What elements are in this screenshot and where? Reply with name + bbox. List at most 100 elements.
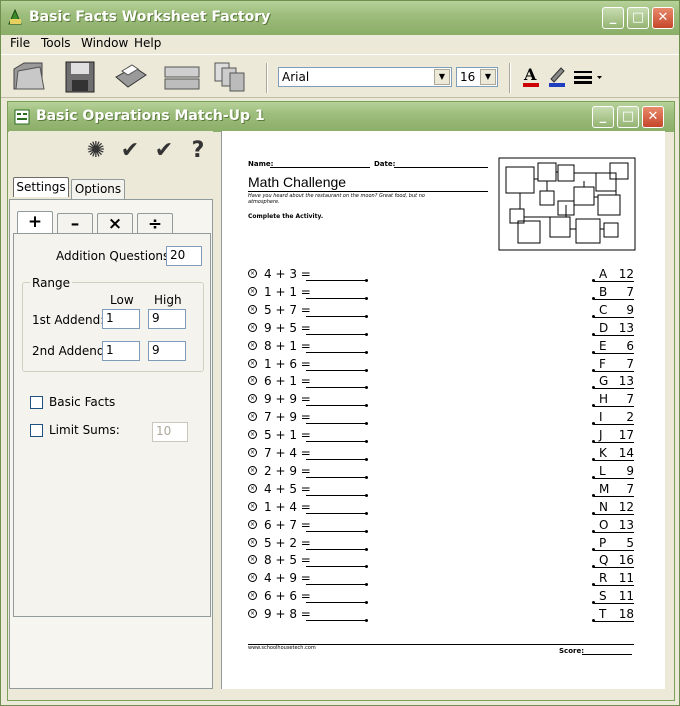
help-icon[interactable]: ? (185, 137, 211, 165)
answer-letter: J (599, 428, 603, 442)
text-color-icon[interactable]: A (521, 65, 541, 89)
copy-pages-icon[interactable] (213, 59, 251, 95)
app-titlebar[interactable]: Basic Facts Worksheet Factory _ □ ✕ (1, 1, 679, 35)
tab-division[interactable]: ÷ (137, 213, 173, 235)
answer-underline (594, 514, 634, 515)
limit-sums-checkbox[interactable] (30, 424, 43, 437)
match-dot (365, 619, 368, 622)
answer-value: 7 (626, 482, 634, 496)
chevron-down-icon[interactable]: ▼ (480, 69, 496, 85)
addend1-high-input[interactable]: 9 (148, 309, 186, 329)
minimize-button[interactable]: _ (602, 7, 624, 29)
answer-line (306, 620, 366, 621)
addend2-high-input[interactable]: 9 (148, 341, 186, 361)
answer-underline (594, 496, 634, 497)
child-close-button[interactable]: ✕ (642, 106, 664, 128)
answer-letter: L (599, 464, 606, 478)
instructions-text: Complete the Activity. (248, 213, 324, 220)
worksheet-title: Math Challenge (248, 174, 347, 190)
answer-letter: Q (599, 553, 609, 567)
answer-line (306, 387, 366, 388)
maximize-button[interactable]: □ (627, 7, 649, 29)
question-text: 7 + 4 = (264, 446, 311, 460)
question-text: 4 + 3 = (264, 267, 311, 281)
match-dot (365, 404, 368, 407)
keyboard-icon[interactable] (163, 59, 201, 95)
high-label: High (154, 293, 182, 307)
answer-letter: F (599, 357, 606, 371)
limit-sums-label: Limit Sums: (49, 423, 120, 437)
check-icon[interactable]: ✔ (117, 137, 143, 165)
answer-underline (594, 335, 634, 336)
basic-facts-checkbox[interactable] (30, 396, 43, 409)
answer-line (306, 405, 366, 406)
answer-value: 6 (626, 339, 634, 353)
basic-facts-label: Basic Facts (49, 395, 116, 409)
tab-multiplication[interactable]: × (97, 213, 133, 235)
wheel-icon[interactable]: ✺ (83, 137, 109, 165)
question-marker-icon: × (248, 430, 257, 439)
menu-tools[interactable]: Tools (41, 36, 71, 50)
answer-letter: A (599, 267, 608, 281)
addend2-low-input[interactable]: 1 (102, 341, 140, 361)
question-marker-icon: × (248, 287, 257, 296)
answer-line (306, 441, 366, 442)
child-minimize-button[interactable]: _ (592, 106, 614, 128)
question-text: 1 + 4 = (264, 500, 311, 514)
highlight-color-icon[interactable] (547, 65, 567, 89)
answer-line (306, 459, 366, 460)
answer-underline (594, 371, 634, 372)
match-dot (365, 494, 368, 497)
answer-value: 14 (618, 446, 634, 460)
worksheet-preview: Name: Date: Math Challenge Have you hear… (221, 131, 665, 689)
match-dot (365, 565, 368, 568)
match-dot (365, 333, 368, 336)
match-dot (365, 351, 368, 354)
answer-value: 11 (618, 589, 634, 603)
menu-window[interactable]: Window (81, 36, 128, 50)
question-text: 1 + 6 = (264, 357, 311, 371)
menu-help[interactable]: Help (134, 36, 161, 50)
child-titlebar[interactable]: Basic Operations Match-Up 1 _ □ ✕ (8, 102, 674, 132)
answer-line (306, 280, 366, 281)
addend1-low-input[interactable]: 1 (102, 309, 140, 329)
tab-settings[interactable]: Settings (13, 177, 69, 197)
answer-underline (594, 388, 634, 389)
question-marker-icon: × (248, 502, 257, 511)
answer-underline (594, 567, 634, 568)
match-dot (365, 548, 368, 551)
font-select[interactable]: Arial ▼ (278, 67, 452, 87)
open-icon[interactable] (10, 59, 48, 95)
question-marker-icon: × (248, 341, 257, 350)
question-text: 9 + 9 = (264, 392, 311, 406)
addition-settings: Addition Questions: 20 Range Low High 1s… (13, 233, 211, 617)
save-icon[interactable] (61, 59, 99, 95)
addend2-label: 2nd Addend: (32, 344, 109, 358)
tab-options[interactable]: Options (71, 179, 125, 199)
answer-line (306, 549, 366, 550)
question-marker-icon: × (248, 591, 257, 600)
close-button[interactable]: ✕ (652, 7, 674, 29)
child-maximize-button[interactable]: □ (617, 106, 639, 128)
puzzle-graphic (498, 157, 636, 251)
match-dot (365, 315, 368, 318)
app-window: Basic Facts Worksheet Factory _ □ ✕ File… (0, 0, 680, 706)
chevron-down-icon[interactable]: ▼ (434, 69, 450, 85)
tab-addition[interactable]: + (17, 211, 53, 233)
answer-line (306, 531, 366, 532)
print-icon[interactable] (112, 59, 150, 95)
answer-line (306, 352, 366, 353)
app-logo-icon (8, 9, 22, 25)
limit-sums-input[interactable]: 10 (152, 422, 188, 442)
match-dot (365, 422, 368, 425)
addition-questions-input[interactable]: 20 (166, 246, 202, 266)
match-dot (365, 386, 368, 389)
answer-underline (594, 585, 634, 586)
answer-value: 17 (618, 428, 634, 442)
answer-line (306, 334, 366, 335)
font-size-select[interactable]: 16 ▼ (456, 67, 498, 87)
menu-file[interactable]: File (10, 36, 30, 50)
line-style-icon[interactable] (573, 69, 603, 85)
double-check-icon[interactable]: ✔ (151, 137, 177, 165)
tab-subtraction[interactable]: – (57, 213, 93, 235)
